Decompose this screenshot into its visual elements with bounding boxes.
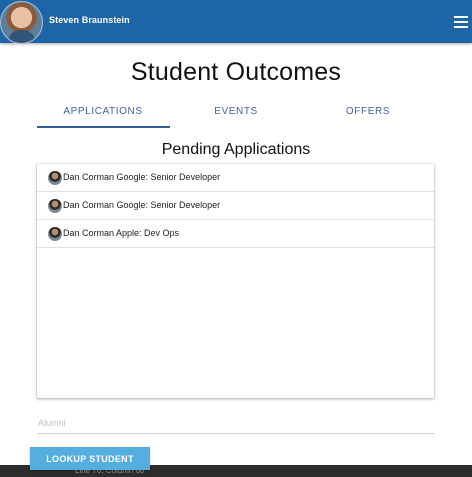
row-avatar: [48, 227, 62, 241]
avatar[interactable]: [0, 1, 43, 44]
menu-line-bottom: [454, 26, 468, 28]
list-item[interactable]: Dan Corman Google: Senior Developer: [37, 192, 434, 220]
menu-line-top: [454, 16, 468, 18]
tab-events[interactable]: EVENTS: [170, 101, 302, 128]
alumni-search-input[interactable]: [38, 413, 434, 434]
list-item-text: Dan Corman Google: Senior Developer: [63, 172, 221, 182]
tab-applications[interactable]: APPLICATIONS: [37, 101, 169, 128]
row-avatar: [48, 171, 62, 185]
list-item-text: Dan Corman Apple: Dev Ops: [63, 228, 180, 238]
avatar-shirt: [8, 30, 35, 43]
menu-line-middle: [454, 21, 468, 23]
row-avatar: [48, 199, 62, 213]
page-title: Student Outcomes: [130, 58, 342, 86]
list-item-text: Dan Corman Google: Senior Developer: [63, 200, 221, 210]
list-item[interactable]: Dan Corman Apple: Dev Ops: [37, 220, 434, 248]
user-name: Steven Braunstein: [49, 15, 130, 25]
tab-offers[interactable]: OFFERS: [302, 101, 434, 128]
active-tab-indicator: [37, 126, 170, 128]
lookup-student-button[interactable]: LOOKUP STUDENT: [30, 447, 150, 470]
section-title: Pending Applications: [161, 141, 311, 158]
pending-applications-list: Dan Corman Google: Senior Developer Dan …: [37, 164, 434, 398]
tab-bar: APPLICATIONS EVENTS OFFERS: [37, 101, 435, 128]
hamburger-menu-icon[interactable]: [454, 16, 468, 28]
top-bar: Steven Braunstein: [0, 0, 472, 44]
list-item[interactable]: Dan Corman Google: Senior Developer: [37, 164, 434, 192]
